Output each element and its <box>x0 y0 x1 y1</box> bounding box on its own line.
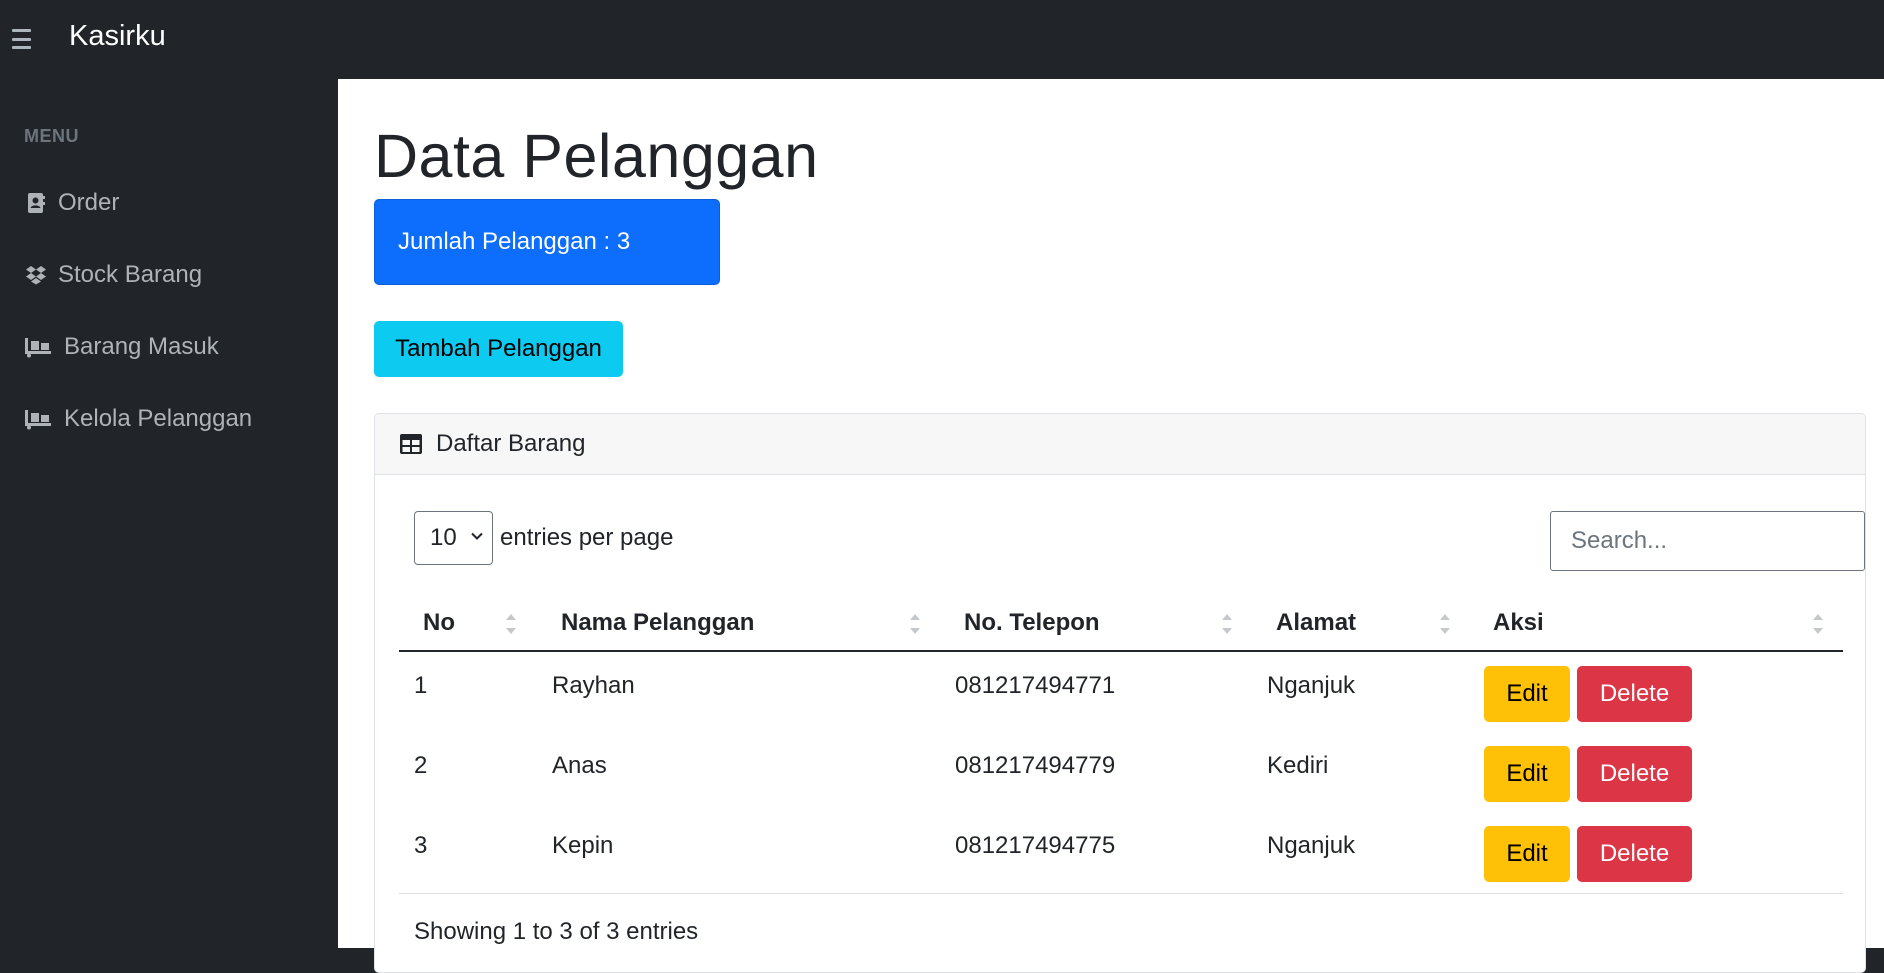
card-header: Daftar Barang <box>375 414 1865 475</box>
sidebar-item-kelola-pelanggan[interactable]: Kelola Pelanggan <box>24 399 252 439</box>
column-header-alamat[interactable]: Alamat <box>1276 596 1356 650</box>
cell-telepon: 081217494771 <box>955 672 1116 699</box>
sort-icon[interactable] <box>1439 610 1451 638</box>
dropbox-icon <box>24 264 48 286</box>
sidebar-item-stock-barang[interactable]: Stock Barang <box>24 255 202 295</box>
table-row: 1 Rayhan 081217494771 Nganjuk Edit Delet… <box>399 654 1843 734</box>
delete-button[interactable]: Delete <box>1577 666 1692 722</box>
cell-telepon: 081217494775 <box>955 832 1116 859</box>
truck-loading-icon <box>24 408 52 430</box>
sidebar-item-label: Order <box>58 189 120 216</box>
column-header-nama-pelanggan[interactable]: Nama Pelanggan <box>561 596 754 650</box>
entries-per-page-select[interactable]: 10 <box>414 511 493 565</box>
table-info: Showing 1 to 3 of 3 entries <box>414 918 699 945</box>
address-book-icon <box>24 192 48 214</box>
table-header: No Nama Pelanggan No. Telepon Alamat Aks… <box>399 596 1843 652</box>
sidebar-item-barang-masuk[interactable]: Barang Masuk <box>24 327 219 367</box>
column-header-aksi[interactable]: Aksi <box>1493 596 1544 650</box>
main-content: Data Pelanggan Jumlah Pelanggan : 3 Tamb… <box>338 79 1884 973</box>
search-input[interactable] <box>1550 511 1865 571</box>
cell-no: 3 <box>414 832 428 859</box>
edit-button[interactable]: Edit <box>1484 746 1570 802</box>
table-icon <box>400 434 422 454</box>
add-customer-button[interactable]: Tambah Pelanggan <box>374 321 623 377</box>
table-row: 3 Kepin 081217494775 Nganjuk Edit Delete <box>399 814 1843 894</box>
customer-table-card: Daftar Barang 10 entries per page No Nam… <box>374 413 1866 973</box>
top-navbar: Kasirku <box>0 0 1884 79</box>
customer-count-card: Jumlah Pelanggan : 3 <box>374 199 720 285</box>
truck-loading-icon <box>24 336 52 358</box>
column-header-no-telepon[interactable]: No. Telepon <box>964 596 1100 650</box>
sidebar-item-order[interactable]: Order <box>24 183 119 223</box>
cell-no: 1 <box>414 672 428 699</box>
per-page-label: entries per page <box>500 524 674 551</box>
cell-nama: Rayhan <box>552 672 635 699</box>
sidebar-heading: MENU <box>24 126 79 146</box>
app-brand[interactable]: Kasirku <box>69 20 166 53</box>
sort-icon[interactable] <box>909 610 921 638</box>
menu-toggle-icon[interactable] <box>12 27 32 51</box>
sidebar-item-label: Barang Masuk <box>64 333 219 360</box>
sort-icon[interactable] <box>1221 610 1233 638</box>
cell-nama: Kepin <box>552 832 614 859</box>
chevron-down-icon <box>471 532 483 540</box>
cell-alamat: Nganjuk <box>1267 672 1356 699</box>
column-header-no[interactable]: No <box>423 596 455 650</box>
cell-nama: Anas <box>552 752 607 779</box>
page-title: Data Pelanggan <box>374 122 819 190</box>
card-title: Daftar Barang <box>436 430 586 457</box>
sort-icon[interactable] <box>1812 610 1824 638</box>
sidebar: MENU Order Stock Barang Barang Masuk Kel… <box>0 79 338 948</box>
sidebar-item-label: Stock Barang <box>58 261 203 288</box>
cell-alamat: Kediri <box>1267 752 1329 779</box>
cell-no: 2 <box>414 752 428 779</box>
cell-alamat: Nganjuk <box>1267 832 1356 859</box>
edit-button[interactable]: Edit <box>1484 826 1570 882</box>
sort-icon[interactable] <box>505 610 517 638</box>
edit-button[interactable]: Edit <box>1484 666 1570 722</box>
table-row: 2 Anas 081217494779 Kediri Edit Delete <box>399 734 1843 814</box>
sidebar-item-label: Kelola Pelanggan <box>64 405 253 432</box>
per-page-value: 10 <box>430 524 457 551</box>
delete-button[interactable]: Delete <box>1577 826 1692 882</box>
cell-telepon: 081217494779 <box>955 752 1116 779</box>
delete-button[interactable]: Delete <box>1577 746 1692 802</box>
